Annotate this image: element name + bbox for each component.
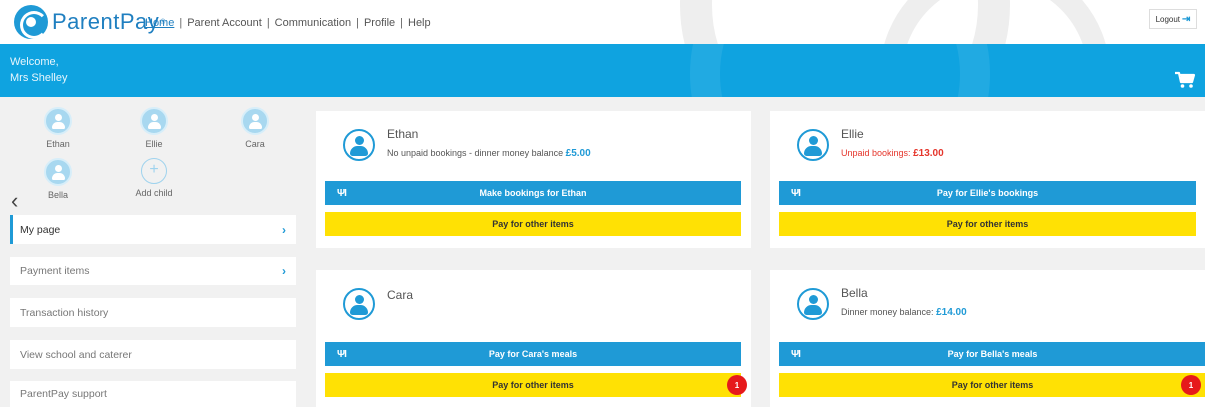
- child-name: Ethan: [46, 139, 70, 149]
- child-name: Bella: [47, 190, 68, 200]
- pay-other-items-button[interactable]: Pay for other items: [325, 212, 741, 236]
- nav-separator: |: [179, 17, 183, 29]
- button-label: Make bookings for Ethan: [479, 188, 587, 198]
- user-icon: [241, 107, 269, 135]
- child-selector: Ethan Ellie Cara Bella + Add child: [0, 97, 305, 215]
- child-ethan[interactable]: Ethan: [28, 107, 88, 149]
- button-label: Pay for other items: [946, 219, 1029, 229]
- card-child-name: Ellie: [841, 127, 864, 141]
- background-decoration: [880, 0, 1110, 44]
- sidebar-item-label: Transaction history: [20, 306, 109, 319]
- user-icon: [343, 288, 375, 320]
- welcome-message: Welcome, Mrs Shelley: [10, 54, 67, 86]
- parentpay-logo[interactable]: ParentPay ®: [14, 5, 165, 39]
- parentpay-logo-icon: [14, 5, 48, 39]
- user-icon: [140, 107, 168, 135]
- logout-icon: ⇥: [1182, 13, 1191, 25]
- child-card-bella: Bella Dinner money balance: £14.00 ΨΙ Pa…: [770, 270, 1205, 407]
- pay-bookings-button[interactable]: ΨΙ Pay for Ellie's bookings: [779, 181, 1196, 205]
- child-name: Cara: [245, 139, 265, 149]
- card-status-text: Unpaid bookings:: [841, 148, 911, 158]
- card-balance-amount: £5.00: [565, 148, 591, 159]
- make-bookings-button[interactable]: ΨΙ Make bookings for Ethan: [325, 181, 741, 205]
- button-label: Pay for other items: [951, 380, 1034, 390]
- child-cara[interactable]: Cara: [225, 107, 285, 149]
- card-balance-amount: £14.00: [936, 307, 967, 318]
- user-icon: [797, 288, 829, 320]
- brand-name: ParentPay: [52, 9, 160, 34]
- user-icon: [44, 107, 72, 135]
- user-icon: [797, 129, 829, 161]
- sidebar-item-transaction-history[interactable]: Transaction history: [10, 298, 296, 327]
- child-card-cara: Cara ΨΙ Pay for Cara's meals Pay for oth…: [316, 270, 751, 407]
- logout-label: Logout: [1155, 14, 1181, 24]
- fork-knife-icon: ΨΙ: [791, 187, 801, 199]
- sidebar-item-label: View school and caterer: [20, 348, 132, 361]
- sidebar-item-label: Payment items: [20, 265, 90, 277]
- button-label: Pay for Cara's meals: [488, 349, 578, 359]
- child-bella[interactable]: Bella: [28, 158, 88, 200]
- plus-icon: +: [141, 158, 167, 184]
- child-card-ethan: Ethan No unpaid bookings - dinner money …: [316, 111, 751, 248]
- pay-other-items-button[interactable]: Pay for other items: [779, 373, 1205, 397]
- notification-badge: 1: [1181, 375, 1201, 395]
- child-ellie[interactable]: Ellie: [124, 107, 184, 149]
- pay-meals-button[interactable]: ΨΙ Pay for Cara's meals: [325, 342, 741, 366]
- nav-communication[interactable]: Communication: [275, 17, 351, 29]
- sidebar-item-view-school-and-caterer[interactable]: View school and caterer: [10, 340, 296, 369]
- button-label: Pay for other items: [492, 380, 574, 390]
- button-label: Pay for Ellie's bookings: [936, 188, 1039, 198]
- fork-knife-icon: ΨΙ: [337, 348, 347, 360]
- add-child-button[interactable]: + Add child: [124, 158, 184, 198]
- chevron-right-icon: ›: [282, 264, 286, 278]
- user-icon: [343, 129, 375, 161]
- nav-separator: |: [266, 17, 270, 29]
- card-child-name: Ethan: [387, 127, 419, 141]
- card-unpaid-amount: £13.00: [913, 148, 944, 159]
- sidebar-item-payment-items[interactable]: Payment items ›: [10, 257, 296, 285]
- nav-help[interactable]: Help: [408, 17, 431, 29]
- nav-parent-account[interactable]: Parent Account: [187, 17, 262, 29]
- pay-other-items-button[interactable]: Pay for other items: [325, 373, 741, 397]
- carousel-prev-icon[interactable]: ‹: [11, 188, 18, 214]
- card-status: No unpaid bookings - dinner money balanc…: [387, 148, 591, 159]
- sidebar-item-parentpay-support[interactable]: ParentPay support: [10, 381, 296, 407]
- fork-knife-icon: ΨΙ: [791, 348, 801, 360]
- pay-meals-button[interactable]: ΨΙ Pay for Bella's meals: [779, 342, 1205, 366]
- sidebar-item-label: My page: [20, 223, 61, 236]
- shopping-cart-icon[interactable]: [1174, 71, 1196, 89]
- fork-knife-icon: ΨΙ: [337, 187, 347, 199]
- button-label: Pay for other items: [492, 219, 574, 229]
- chevron-right-icon: ›: [282, 222, 286, 237]
- nav-home[interactable]: Home: [145, 17, 174, 29]
- card-child-name: Cara: [387, 288, 414, 302]
- nav-separator: |: [400, 17, 403, 29]
- button-label: Pay for Bella's meals: [947, 349, 1038, 359]
- nav-separator: |: [356, 17, 359, 29]
- welcome-banner: Welcome, Mrs Shelley: [0, 44, 1205, 97]
- card-status: Unpaid bookings: £13.00: [841, 148, 944, 159]
- sidebar-item-label: ParentPay support: [20, 388, 107, 400]
- notification-badge: 1: [727, 375, 747, 395]
- welcome-greeting: Welcome,: [10, 56, 59, 68]
- nav-profile[interactable]: Profile: [364, 17, 395, 29]
- child-name: Ellie: [145, 139, 163, 149]
- main-nav: Home | Parent Account | Communication | …: [145, 17, 431, 29]
- card-status-text: Dinner money balance:: [841, 307, 934, 317]
- logout-button[interactable]: Logout ⇥: [1149, 9, 1197, 29]
- card-child-name: Bella: [841, 286, 868, 300]
- user-icon: [44, 158, 72, 186]
- background-decoration: [690, 44, 990, 97]
- card-status: Dinner money balance: £14.00: [841, 307, 967, 318]
- top-navigation-bar: ParentPay ® Home | Parent Account | Commu…: [0, 0, 1205, 44]
- card-status-text: No unpaid bookings - dinner money balanc…: [387, 148, 564, 158]
- welcome-user-name: Mrs Shelley: [10, 72, 68, 84]
- add-child-label: Add child: [135, 188, 173, 198]
- sidebar-item-my-page[interactable]: My page ›: [10, 215, 296, 244]
- pay-other-items-button[interactable]: Pay for other items: [779, 212, 1196, 236]
- child-card-ellie: Ellie Unpaid bookings: £13.00 ΨΙ Pay for…: [770, 111, 1205, 248]
